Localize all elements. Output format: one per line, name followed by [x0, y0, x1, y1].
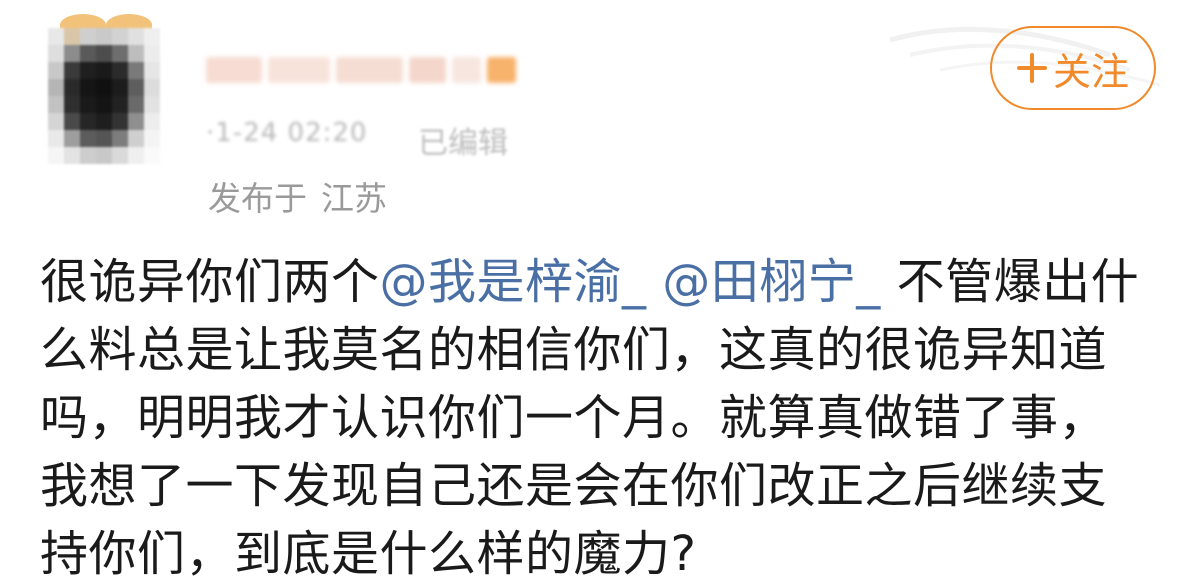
username-blurred[interactable] [206, 52, 517, 88]
follow-button-label: 关注 [1052, 49, 1129, 94]
follow-button[interactable]: 关注 [990, 26, 1156, 110]
post-line: 持你们，到底是什么样的魔力? [40, 526, 697, 576]
location-region: 江苏 [321, 179, 387, 218]
post-timestamp: ·1-24 02:20 [206, 118, 368, 148]
edited-label[interactable]: 已编辑 [418, 118, 508, 162]
location-prefix: 发布于 [208, 179, 307, 218]
post-line: 么料总是让我莫名的相信你们，这真的很诡异知道 [40, 322, 1108, 378]
mention-link[interactable]: @我是梓渝_ [380, 254, 647, 310]
post-line: 很诡异你们两个@我是梓渝_ @田栩宁_ 不管爆出什 [40, 248, 1170, 316]
post-line: 吗，明明我才认识你们一个月。就算真做错了事， [40, 390, 1108, 446]
post-text: 很诡异你们两个@我是梓渝_ @田栩宁_ 不管爆出什 么料总是让我莫名的相信你们，… [40, 248, 1170, 576]
mention-link[interactable]: @田栩宁_ [662, 254, 881, 310]
post-line: 我想了一下发现自己还是会在你们改正之后继续支 [40, 458, 1108, 514]
post-text-segment: 很诡异你们两个 [40, 254, 380, 310]
post-text-segment: 不管爆出什 [896, 254, 1140, 310]
avatar[interactable] [36, 14, 168, 164]
plus-icon [1016, 53, 1047, 83]
post-location: 发布于 江苏 [208, 172, 387, 220]
avatar-mosaic [48, 28, 160, 164]
